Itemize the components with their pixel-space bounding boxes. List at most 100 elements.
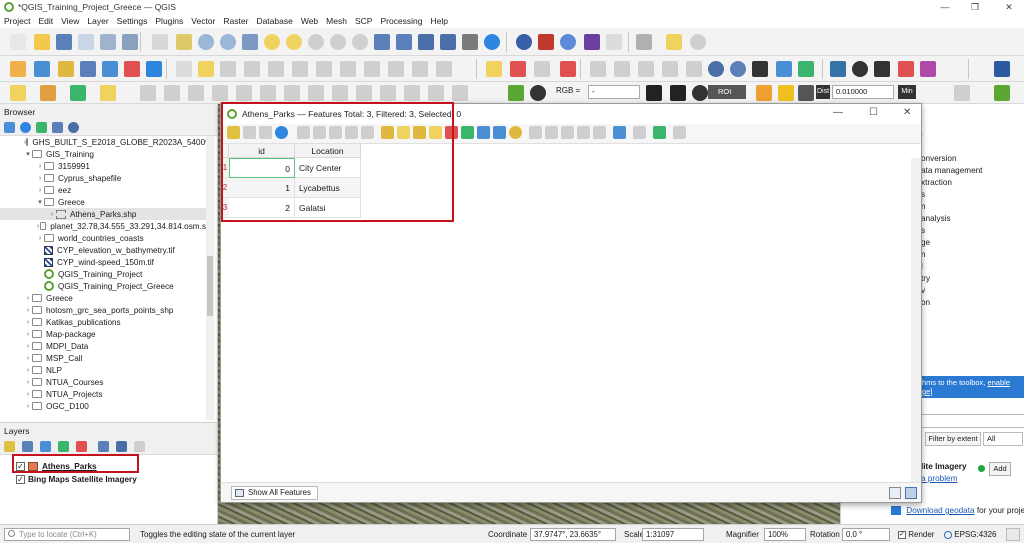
scp-tool-13-icon[interactable]: [428, 85, 444, 101]
browser-item[interactable]: › hotosm_grc_sea_ports_points_shp: [0, 304, 206, 316]
scp-roi-icon[interactable]: [100, 85, 116, 101]
info-icon[interactable]: [68, 122, 79, 133]
browser-item[interactable]: › 3159991: [0, 160, 206, 172]
zoom-last-icon[interactable]: [330, 34, 346, 50]
refresh-icon[interactable]: [20, 122, 31, 133]
network-icon[interactable]: [920, 61, 936, 77]
save-as-icon[interactable]: [78, 34, 94, 50]
zoom-native-icon[interactable]: [308, 34, 324, 50]
chevron-right-icon[interactable]: ›: [24, 343, 32, 350]
collapse-all-icon[interactable]: [52, 122, 63, 133]
download-geodata-link[interactable]: Download geodata: [906, 506, 974, 515]
form-view-icon[interactable]: [889, 487, 901, 499]
measure-icon[interactable]: [636, 34, 652, 50]
multi-edit-icon[interactable]: [243, 126, 256, 139]
triangle-icon[interactable]: [898, 61, 914, 77]
pan-selected-icon[interactable]: [493, 126, 506, 139]
cut-icon[interactable]: [340, 61, 356, 77]
hammer-icon[interactable]: [874, 61, 890, 77]
invert-selection-icon[interactable]: [413, 126, 426, 139]
tool-c-icon[interactable]: [638, 61, 654, 77]
processing-group[interactable]: onversion: [921, 154, 957, 163]
paste-rows-icon[interactable]: [545, 126, 558, 139]
browser-item[interactable]: › OGC_D100: [0, 400, 206, 412]
scp-tool-4-icon[interactable]: [212, 85, 228, 101]
tool-a-icon[interactable]: [590, 61, 606, 77]
menu-web[interactable]: Web: [301, 16, 318, 26]
browser-item[interactable]: › Greece: [0, 292, 206, 304]
move-feature-icon[interactable]: [268, 61, 284, 77]
new-field-icon[interactable]: [577, 126, 590, 139]
delimited-icon[interactable]: [124, 61, 140, 77]
layer-visibility-checkbox[interactable]: ✓: [16, 461, 25, 471]
attribute-grid[interactable]: id Location 1 0 City Center 2 1 Lycabett…: [221, 144, 921, 482]
temporal-icon[interactable]: [462, 34, 478, 50]
manage-map-themes-icon[interactable]: [40, 441, 51, 452]
chevron-right-icon[interactable]: ›: [48, 211, 56, 218]
minimize-icon[interactable]: —: [930, 0, 960, 14]
chevron-right-icon[interactable]: ›: [24, 319, 32, 326]
layer-item-athens-parks[interactable]: ✓ Athens_Parks: [16, 460, 97, 472]
refresh-icon[interactable]: [484, 34, 500, 50]
pan-icon[interactable]: [152, 34, 168, 50]
filter-by-extent-button[interactable]: Filter by extent: [925, 432, 981, 446]
filter-icon[interactable]: [36, 122, 47, 133]
copy-icon[interactable]: [345, 126, 358, 139]
menu-scp[interactable]: SCP: [355, 16, 372, 26]
scp-zoom-roi-icon[interactable]: [692, 85, 708, 101]
row-header[interactable]: 3: [221, 198, 229, 218]
grid-scrollbar[interactable]: [911, 158, 921, 482]
actions-icon[interactable]: [653, 126, 666, 139]
menu-layer[interactable]: Layer: [87, 16, 108, 26]
settings-gear-icon[interactable]: [560, 34, 576, 50]
browser-item[interactable]: › MDPI_Data: [0, 340, 206, 352]
style-icon[interactable]: [4, 441, 15, 452]
browser-item[interactable]: ▾ GIS_Training: [0, 148, 206, 160]
scp-tool-12-icon[interactable]: [404, 85, 420, 101]
label-abc-red-icon[interactable]: [560, 61, 576, 77]
scp-tool-7-icon[interactable]: [284, 85, 300, 101]
edit-pencil-icon[interactable]: [176, 61, 192, 77]
cell-id[interactable]: 2: [229, 198, 295, 218]
scp-dock-icon[interactable]: [10, 85, 26, 101]
new-map-view-icon[interactable]: [374, 34, 390, 50]
browser-item[interactable]: CYP_elevation_w_bathymetry.tif: [0, 244, 206, 256]
copy-rows-icon[interactable]: [529, 126, 542, 139]
bookmark-icon[interactable]: [418, 34, 434, 50]
render-checkbox[interactable]: ✓: [898, 530, 906, 539]
browser-item[interactable]: › GHS_BUILT_S_E2018_GLOBE_R2023A_54009: [0, 136, 210, 148]
vector-layer-icon[interactable]: [34, 61, 50, 77]
menu-raster[interactable]: Raster: [223, 16, 248, 26]
corner-header[interactable]: [221, 144, 229, 158]
delete-selected-icon[interactable]: [316, 61, 332, 77]
scp-tool-14-icon[interactable]: [452, 85, 468, 101]
undo-icon[interactable]: [412, 61, 428, 77]
table-view-icon[interactable]: [905, 487, 917, 499]
scp-zoom-icon[interactable]: [530, 85, 546, 101]
browser-item[interactable]: › Athens_Parks.shp: [0, 208, 206, 220]
column-header-id[interactable]: id: [229, 144, 295, 158]
move-selection-top-icon[interactable]: [477, 126, 490, 139]
add-group-icon[interactable]: [22, 441, 33, 452]
v-layer-icon[interactable]: [58, 61, 74, 77]
browser-item[interactable]: › NTUA_Projects: [0, 388, 206, 400]
cell-location[interactable]: City Center: [295, 158, 361, 178]
annotation-icon[interactable]: [666, 34, 682, 50]
identify-icon[interactable]: [516, 34, 532, 50]
enable-link[interactable]: enable: [987, 378, 1010, 387]
filter-legend-icon[interactable]: [58, 441, 69, 452]
select-all-icon[interactable]: [397, 126, 410, 139]
chevron-right-icon[interactable]: ›: [36, 187, 44, 194]
processing-group[interactable]: on: [921, 298, 930, 307]
zoom-in-icon[interactable]: [198, 34, 214, 50]
close-icon[interactable]: ✕: [994, 0, 1024, 14]
geodata-search-input[interactable]: [919, 414, 1024, 428]
pan-to-selection-icon[interactable]: [176, 34, 192, 50]
browser-item[interactable]: QGIS_Training_Project: [0, 268, 206, 280]
scp-tool-8-icon[interactable]: [308, 85, 324, 101]
cell-id[interactable]: 0: [229, 158, 295, 178]
cut-icon[interactable]: [329, 126, 342, 139]
minimize-icon[interactable]: —: [833, 107, 843, 118]
scp-redo-icon[interactable]: [798, 85, 814, 101]
scp-spectral-icon[interactable]: [646, 85, 662, 101]
